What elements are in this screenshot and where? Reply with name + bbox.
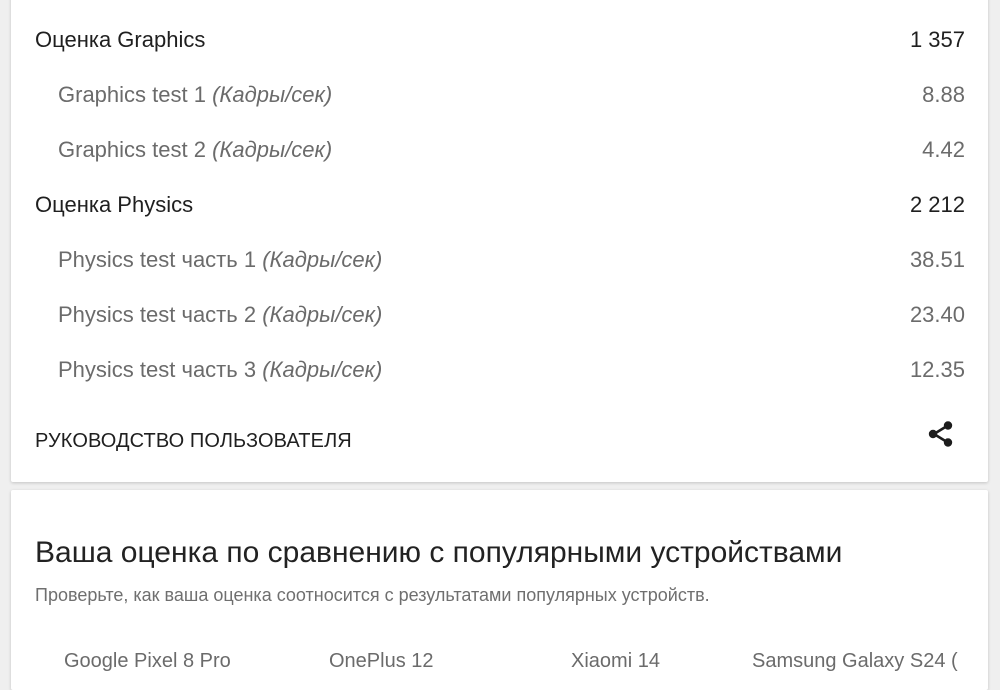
- user-guide-link[interactable]: РУКОВОДСТВО ПОЛЬЗОВАТЕЛЯ: [35, 430, 352, 453]
- graphics-test-2-value: 4.42: [922, 137, 965, 162]
- physics-test-1-label: Physics test часть 1 (Кадры/сек): [58, 247, 382, 273]
- test-name: Physics test часть 3: [58, 357, 257, 382]
- comparison-title: Ваша оценка по сравнению с популярными у…: [35, 536, 843, 569]
- physics-test-3-row: Physics test часть 3 (Кадры/сек) 12.35: [11, 350, 988, 390]
- graphics-score-value: 1 357: [909, 27, 965, 52]
- graphics-test-2-row: Graphics test 2 (Кадры/сек) 4.42: [11, 130, 988, 170]
- physics-test-1-value: 38.51: [909, 247, 965, 272]
- physics-test-2-row: Physics test часть 2 (Кадры/сек) 23.40: [11, 295, 988, 335]
- test-unit: (Кадры/сек): [212, 82, 333, 107]
- test-unit: (Кадры/сек): [212, 137, 333, 162]
- device-label[interactable]: Google Pixel 8 Pro: [64, 650, 231, 673]
- share-icon: [928, 421, 953, 447]
- test-unit: (Кадры/сек): [262, 302, 383, 327]
- device-label[interactable]: Xiaomi 14: [571, 650, 660, 673]
- test-unit: (Кадры/сек): [262, 357, 383, 382]
- physics-test-2-label: Physics test часть 2 (Кадры/сек): [58, 302, 382, 328]
- physics-test-1-row: Physics test часть 1 (Кадры/сек) 38.51: [11, 240, 988, 280]
- physics-score-value: 2 212: [909, 192, 965, 217]
- physics-score-row: Оценка Physics 2 212: [11, 185, 988, 225]
- physics-score-label: Оценка Physics: [35, 192, 194, 217]
- device-label[interactable]: Samsung Galaxy S24 (: [752, 650, 958, 673]
- physics-test-3-value: 12.35: [909, 357, 965, 382]
- graphics-test-1-label: Graphics test 1 (Кадры/сек): [58, 82, 332, 108]
- test-name: Physics test часть 1: [58, 247, 257, 272]
- comparison-card: Ваша оценка по сравнению с популярными у…: [11, 490, 988, 690]
- graphics-test-1-value: 8.88: [922, 82, 965, 107]
- graphics-score-label: Оценка Graphics: [35, 27, 206, 52]
- results-card: Оценка Graphics 1 357 Graphics test 1 (К…: [11, 0, 988, 482]
- graphics-test-2-label: Graphics test 2 (Кадры/сек): [58, 137, 332, 163]
- test-name: Physics test часть 2: [58, 302, 257, 327]
- device-list: Google Pixel 8 Pro OnePlus 12 Xiaomi 14 …: [11, 650, 988, 680]
- device-label[interactable]: OnePlus 12: [329, 650, 434, 673]
- comparison-subtitle: Проверьте, как ваша оценка соотносится с…: [35, 585, 710, 605]
- test-name: Graphics test 2: [58, 137, 206, 162]
- test-name: Graphics test 1: [58, 82, 206, 107]
- share-button[interactable]: [924, 417, 958, 451]
- graphics-test-1-row: Graphics test 1 (Кадры/сек) 8.88: [11, 75, 988, 115]
- test-unit: (Кадры/сек): [262, 247, 383, 272]
- physics-test-2-value: 23.40: [909, 302, 965, 327]
- graphics-score-row: Оценка Graphics 1 357: [11, 20, 988, 60]
- physics-test-3-label: Physics test часть 3 (Кадры/сек): [58, 357, 382, 383]
